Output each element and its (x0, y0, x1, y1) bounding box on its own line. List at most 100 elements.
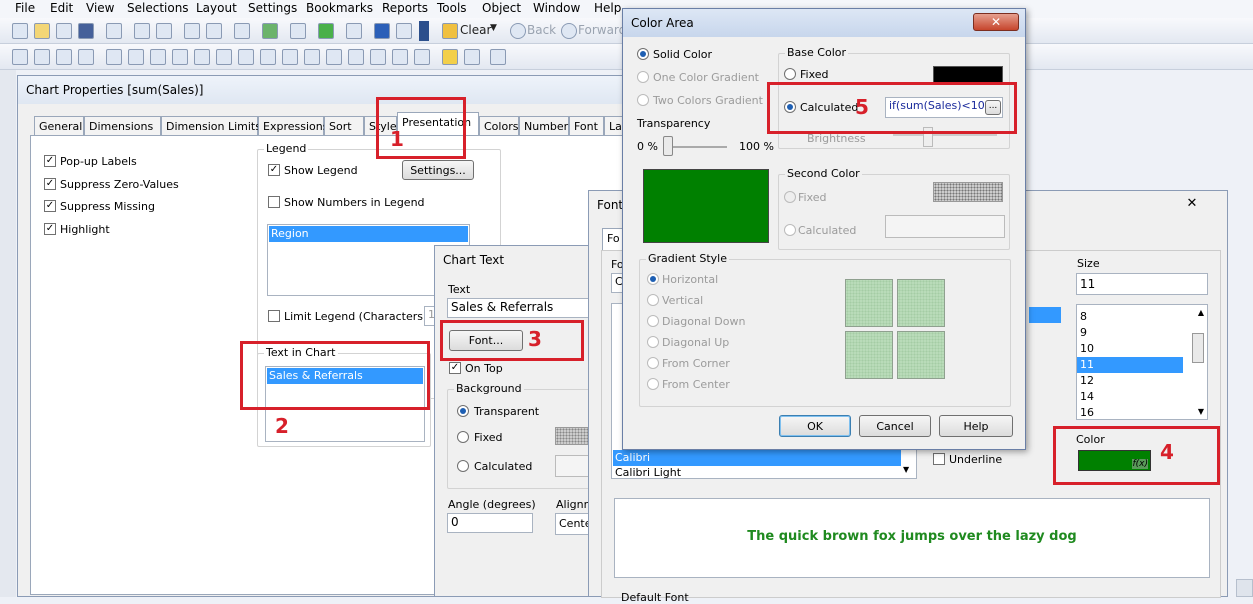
menu-settings[interactable]: Settings (248, 1, 297, 15)
reload-icon[interactable] (56, 23, 72, 39)
toolbar-overflow-icon[interactable] (419, 21, 429, 41)
menu-view[interactable]: View (86, 1, 114, 15)
menu-bookmarks[interactable]: Bookmarks (306, 1, 373, 15)
current-selections-icon[interactable] (238, 49, 254, 65)
highlight-checkbox[interactable]: ✓ (44, 223, 56, 235)
two-gradient-radio[interactable] (637, 94, 649, 106)
underline-checkbox[interactable] (933, 453, 945, 465)
menu-window[interactable]: Window (533, 1, 580, 15)
pivot-icon[interactable] (172, 49, 188, 65)
menu-reports[interactable]: Reports (382, 1, 428, 15)
text-object-icon[interactable] (282, 49, 298, 65)
show-legend-checkbox[interactable]: ✓ (268, 164, 280, 176)
bar-chart-icon[interactable] (194, 49, 210, 65)
close-icon[interactable]: ✕ (973, 13, 1019, 31)
back-button[interactable]: Back (527, 23, 556, 37)
size-option[interactable]: 16 (1080, 405, 1183, 421)
tab-general[interactable]: General (34, 116, 84, 135)
container-icon[interactable] (392, 49, 408, 65)
second-fixed-color-swatch[interactable] (933, 182, 1003, 202)
edit-script-icon[interactable] (134, 23, 150, 39)
popup-labels-checkbox[interactable]: ✓ (44, 155, 56, 167)
design-icon-4[interactable] (78, 49, 94, 65)
fixed-radio[interactable] (457, 431, 469, 443)
second-fixed-radio[interactable] (784, 191, 796, 203)
tab-expressions[interactable]: Expressions (258, 116, 328, 135)
help-button[interactable]: Help (939, 415, 1013, 437)
tab-font[interactable]: Font (569, 116, 604, 135)
transparency-slider-thumb[interactable] (663, 136, 673, 156)
suppress-zero-checkbox[interactable]: ✓ (44, 178, 56, 190)
size-input[interactable]: 11 (1076, 273, 1208, 295)
layout-icon[interactable] (490, 49, 506, 65)
show-numbers-checkbox[interactable] (268, 196, 280, 208)
one-gradient-radio[interactable] (637, 71, 649, 83)
forward-button[interactable]: Forward (578, 23, 626, 37)
ok-button[interactable]: OK (779, 415, 851, 437)
listbox-icon[interactable] (106, 49, 122, 65)
font-list-selected[interactable]: Calibri (613, 450, 901, 466)
whats-this-icon[interactable] (396, 23, 412, 39)
cancel-button[interactable]: Cancel (859, 415, 931, 437)
reload-data-icon[interactable] (156, 23, 172, 39)
legend-list-item[interactable]: Region (269, 226, 468, 242)
save-icon[interactable] (78, 23, 94, 39)
tab-colors[interactable]: Colors (479, 116, 519, 135)
second-calc-input[interactable] (885, 215, 1005, 238)
chevron-down-icon[interactable]: ▼ (490, 23, 497, 33)
vertical-radio[interactable] (647, 294, 659, 306)
legend-settings-button[interactable]: Settings... (402, 160, 474, 180)
smiley-icon[interactable] (414, 49, 430, 65)
format-painter-icon[interactable] (442, 49, 458, 65)
gradient-preview-tile[interactable] (897, 331, 945, 379)
select-icon[interactable] (262, 23, 278, 39)
menu-selections[interactable]: Selections (127, 1, 189, 15)
size-scroll-thumb[interactable] (1192, 333, 1204, 363)
size-list[interactable]: 8 9 10 11 12 14 16 ▲ ▼ (1076, 304, 1208, 420)
search-object-icon[interactable] (370, 49, 386, 65)
size-option[interactable]: 8 (1080, 309, 1183, 325)
edit-icon[interactable] (346, 23, 362, 39)
font-list-item[interactable]: Calibri Light (613, 465, 901, 481)
size-scroll-up-icon[interactable]: ▲ (1198, 308, 1204, 317)
font-close-icon[interactable]: ✕ (1172, 196, 1212, 214)
suppress-missing-checkbox[interactable]: ✓ (44, 200, 56, 212)
gradient-preview-tile[interactable] (897, 279, 945, 327)
forward-icon[interactable] (561, 23, 577, 39)
tab-dimension-limits[interactable]: Dimension Limits (161, 116, 261, 135)
font-list-scroll-down-icon[interactable]: ▼ (903, 465, 909, 474)
open-icon[interactable] (34, 23, 50, 39)
statistics-icon[interactable] (128, 49, 144, 65)
new-icon[interactable] (12, 23, 28, 39)
size-option[interactable]: 12 (1080, 373, 1183, 389)
calculated-radio[interactable] (457, 460, 469, 472)
from-corner-radio[interactable] (647, 357, 659, 369)
gradient-preview-tile[interactable] (845, 331, 893, 379)
from-center-radio[interactable] (647, 378, 659, 390)
diagonal-up-radio[interactable] (647, 336, 659, 348)
menu-layout[interactable]: Layout (196, 1, 237, 15)
size-option-selected[interactable]: 11 (1077, 357, 1183, 373)
chart-text-input[interactable]: Sales & Referrals (447, 298, 599, 318)
print-icon[interactable] (106, 23, 122, 39)
scroll-corner[interactable] (1236, 579, 1253, 597)
design-icon-1[interactable] (12, 49, 28, 65)
design-icon-3[interactable] (56, 49, 72, 65)
align-icon[interactable] (464, 49, 480, 65)
menu-object[interactable]: Object (482, 1, 521, 15)
menu-help[interactable]: Help (594, 1, 621, 15)
table-icon[interactable] (150, 49, 166, 65)
design-icon-2[interactable] (34, 49, 50, 65)
tab-number[interactable]: Number (519, 116, 569, 135)
chart-icon[interactable] (290, 23, 306, 39)
diagonal-down-radio[interactable] (647, 315, 659, 327)
size-scroll-down-icon[interactable]: ▼ (1198, 407, 1204, 416)
second-calculated-radio[interactable] (784, 224, 796, 236)
clear-button[interactable]: Clear (460, 23, 491, 37)
horizontal-radio[interactable] (647, 273, 659, 285)
solid-color-radio[interactable] (637, 48, 649, 60)
search-icon[interactable] (234, 23, 250, 39)
menu-edit[interactable]: Edit (50, 1, 73, 15)
help-icon[interactable] (374, 23, 390, 39)
line-icon[interactable] (304, 49, 320, 65)
